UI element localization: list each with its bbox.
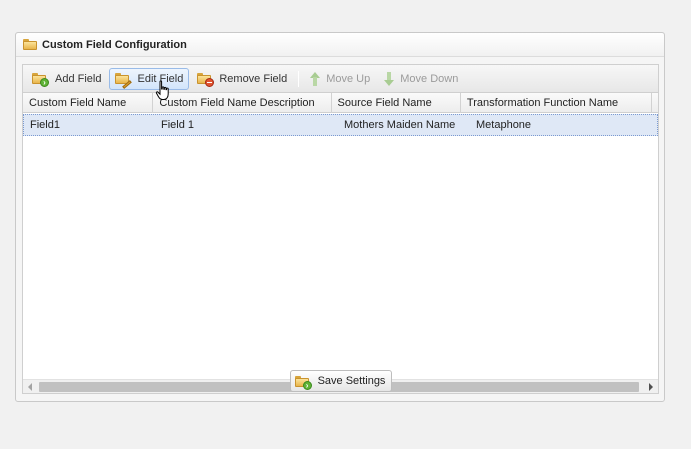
move-down-label: Move Down xyxy=(400,72,459,85)
cell-source-field: Mothers Maiden Name xyxy=(344,119,456,131)
add-field-label: Add Field xyxy=(55,72,102,85)
save-settings-label: Save Settings xyxy=(317,375,386,387)
column-header-filler xyxy=(652,93,658,113)
folder-save-icon: › xyxy=(294,375,312,390)
column-header-custom-field-name[interactable]: Custom Field Name xyxy=(23,93,154,113)
arrow-up-icon xyxy=(310,71,321,86)
custom-field-configuration-panel: Custom Field Configuration › Add Field E… xyxy=(15,32,665,402)
column-header-description[interactable]: Custom Field Name Description xyxy=(153,93,332,113)
add-field-button[interactable]: › Add Field xyxy=(26,68,107,90)
toolbar-separator xyxy=(298,70,300,87)
hand-pointer-icon xyxy=(155,80,169,100)
folder-remove-icon xyxy=(197,73,215,87)
folder-edit-icon xyxy=(115,73,133,89)
folder-icon xyxy=(23,39,37,50)
panel-footer: › Save Settings xyxy=(16,370,666,392)
save-settings-button[interactable]: › Save Settings xyxy=(289,370,393,392)
remove-field-button[interactable]: Remove Field xyxy=(191,68,293,90)
grid-toolbar: › Add Field Edit Field Remove Field Move… xyxy=(22,64,659,92)
grid-header: Custom Field Name Custom Field Name Desc… xyxy=(23,93,658,113)
panel-title: Custom Field Configuration xyxy=(42,38,187,51)
cell-transformation-function: Metaphone xyxy=(476,119,532,131)
move-up-button[interactable]: Move Up xyxy=(304,68,376,90)
table-row[interactable]: Field1 Field 1 Mothers Maiden Name Metap… xyxy=(23,114,658,136)
arrow-down-icon xyxy=(384,71,395,86)
folder-add-icon: › xyxy=(32,73,49,87)
column-header-transformation-function[interactable]: Transformation Function Name xyxy=(461,93,652,113)
cell-description: Field 1 xyxy=(161,119,195,131)
column-header-source-field[interactable]: Source Field Name xyxy=(332,93,461,113)
move-up-label: Move Up xyxy=(326,72,371,85)
custom-field-grid: Custom Field Name Custom Field Name Desc… xyxy=(22,92,659,394)
remove-field-label: Remove Field xyxy=(219,72,288,85)
move-down-button[interactable]: Move Down xyxy=(378,68,464,90)
panel-header: Custom Field Configuration xyxy=(16,33,664,57)
cell-custom-field-name: Field1 xyxy=(30,119,60,131)
edit-field-button[interactable]: Edit Field xyxy=(109,67,190,90)
field-grid-container: › Add Field Edit Field Remove Field Move… xyxy=(22,64,659,395)
